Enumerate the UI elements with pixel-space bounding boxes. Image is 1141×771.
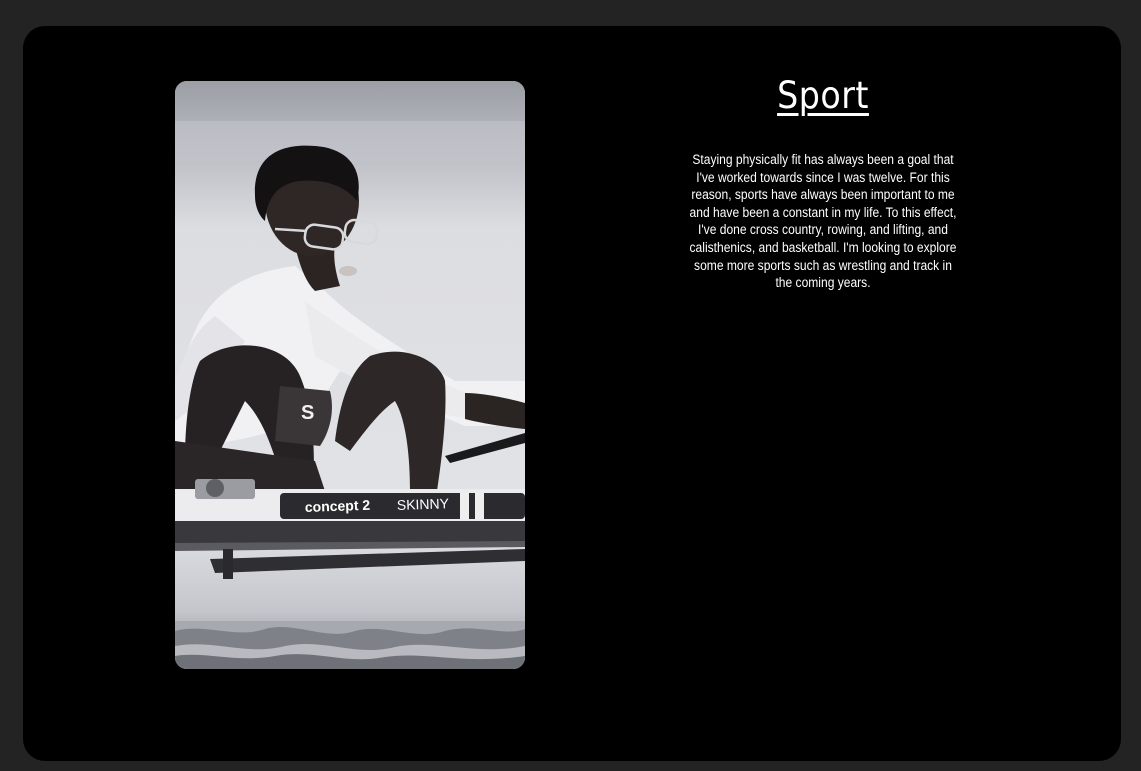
sport-card: S concept 2 SKINNY Sport Staying physica…: [23, 26, 1121, 761]
jersey-letter: S: [301, 402, 314, 424]
section-description: Staying physically fit has always been a…: [689, 152, 957, 291]
oar-brand-label: concept 2: [305, 497, 371, 515]
oar-model-label: SKINNY: [397, 495, 450, 513]
section-title: Sport: [777, 74, 869, 117]
rowing-photo: S concept 2 SKINNY: [175, 81, 525, 669]
rower-image: S concept 2 SKINNY: [175, 81, 525, 669]
